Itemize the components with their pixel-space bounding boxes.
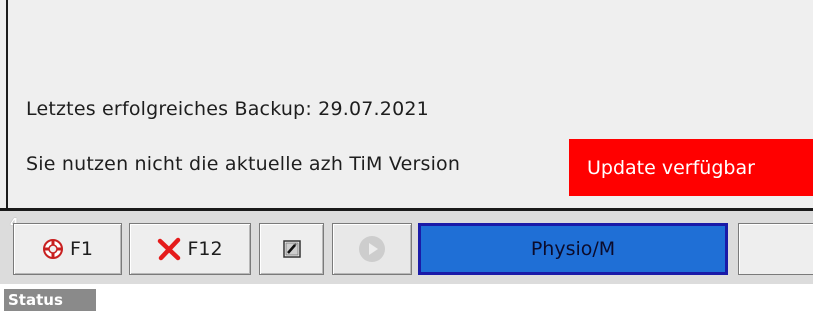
version-warning-text: Sie nutzen nicht die aktuelle azh TiM Ve…	[26, 153, 461, 175]
lifebuoy-icon	[42, 238, 64, 260]
f1-label: F1	[69, 238, 94, 260]
panel-left-border	[6, 0, 8, 208]
toolbar: 4 F1 F12	[0, 211, 813, 284]
play-button[interactable]	[332, 223, 412, 275]
info-panel: Letztes erfolgreiches Backup: 29.07.2021…	[0, 0, 813, 208]
red-x-icon	[157, 237, 181, 261]
edit-button[interactable]	[259, 223, 324, 275]
backup-status-text: Letztes erfolgreiches Backup: 29.07.2021	[26, 98, 429, 120]
f1-help-button[interactable]: F1	[13, 223, 122, 275]
play-icon	[357, 234, 387, 264]
pencil-icon	[282, 240, 301, 258]
f12-label: F12	[187, 238, 223, 260]
app-window: Letztes erfolgreiches Backup: 29.07.2021…	[0, 0, 813, 311]
empty-toolbar-field[interactable]	[738, 223, 813, 275]
update-available-button[interactable]: Update verfügbar	[569, 139, 813, 196]
physio-module-field[interactable]: Physio/M	[418, 223, 728, 275]
status-label: Status	[4, 289, 96, 311]
f12-close-button[interactable]: F12	[129, 223, 251, 275]
